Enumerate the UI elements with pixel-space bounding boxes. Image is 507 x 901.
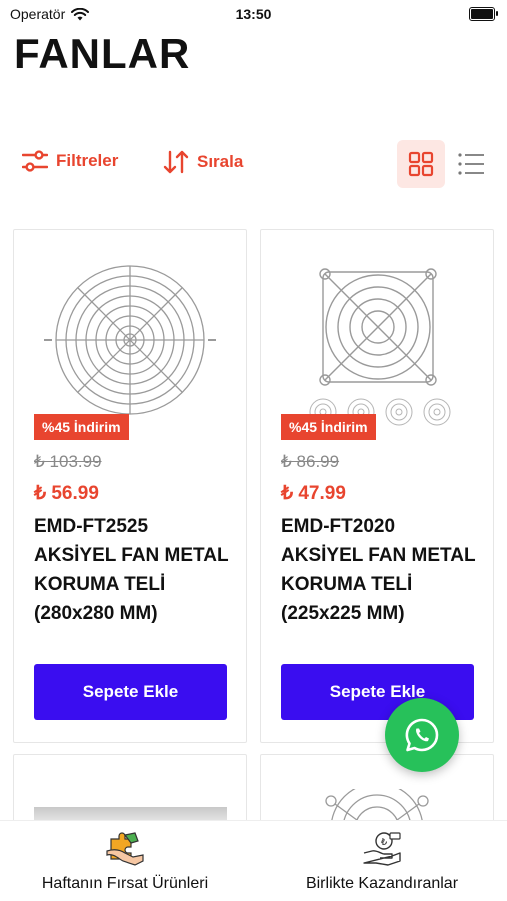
toolbar: Filtreler Sırala — [0, 140, 507, 190]
whatsapp-button[interactable] — [385, 698, 459, 772]
list-icon — [458, 153, 484, 175]
grid-view-button[interactable] — [397, 140, 445, 188]
add-to-cart-button[interactable]: Sepete Ekle — [34, 664, 227, 720]
tab-label: Birlikte Kazandıranlar — [305, 875, 459, 892]
product-card[interactable]: %45 İndirim ₺ 86.99 ₺ 47.99 EMD-FT2020 A… — [260, 229, 494, 743]
product-name[interactable]: EMD-FT2020 AKSİYEL FAN METAL KORUMA TELİ… — [281, 512, 481, 628]
sale-price: ₺ 47.99 — [281, 483, 346, 504]
sort-arrows-icon — [163, 150, 189, 174]
sort-button[interactable]: Sırala — [163, 150, 243, 174]
old-price: ₺ 86.99 — [281, 452, 340, 471]
product-card[interactable]: %45 İndirim ₺ 103.99 ₺ 56.99 EMD-FT2525 … — [13, 229, 247, 743]
tab-label: Haftanın Fırsat Ürünleri — [41, 875, 209, 892]
product-name[interactable]: EMD-FT2525 AKSİYEL FAN METAL KORUMA TELİ… — [34, 512, 234, 628]
product-image — [44, 265, 216, 415]
battery-icon — [469, 7, 498, 21]
money-hand-icon: ₺ — [362, 831, 402, 867]
product-image — [309, 268, 451, 426]
tab-earn-together[interactable]: ₺ Birlikte Kazandıranlar — [257, 821, 507, 901]
sliders-icon — [22, 150, 48, 172]
sale-price: ₺ 56.99 — [34, 483, 99, 504]
old-price: ₺ 103.99 — [34, 452, 102, 471]
grid-icon — [408, 151, 434, 177]
filters-button[interactable]: Filtreler — [22, 150, 118, 172]
status-bar: Operatör 13:50 — [0, 0, 507, 30]
status-time: 13:50 — [235, 6, 272, 22]
bottom-tab-bar: Haftanın Fırsat Ürünleri ₺ Birlikte Kaza… — [0, 820, 507, 901]
whatsapp-icon — [405, 718, 439, 752]
filters-label: Filtreler — [56, 151, 119, 170]
svg-text:₺: ₺ — [381, 837, 388, 848]
product-image — [34, 807, 227, 821]
discount-badge: %45 İndirim — [34, 414, 129, 440]
list-view-button[interactable] — [455, 148, 487, 180]
sort-label: Sırala — [197, 152, 244, 171]
tab-weekly-deals[interactable]: Haftanın Fırsat Ürünleri — [0, 821, 250, 901]
discount-badge: %45 İndirim — [281, 414, 376, 440]
puzzle-hand-icon — [105, 831, 145, 867]
page-title: FANLAR — [14, 30, 191, 77]
